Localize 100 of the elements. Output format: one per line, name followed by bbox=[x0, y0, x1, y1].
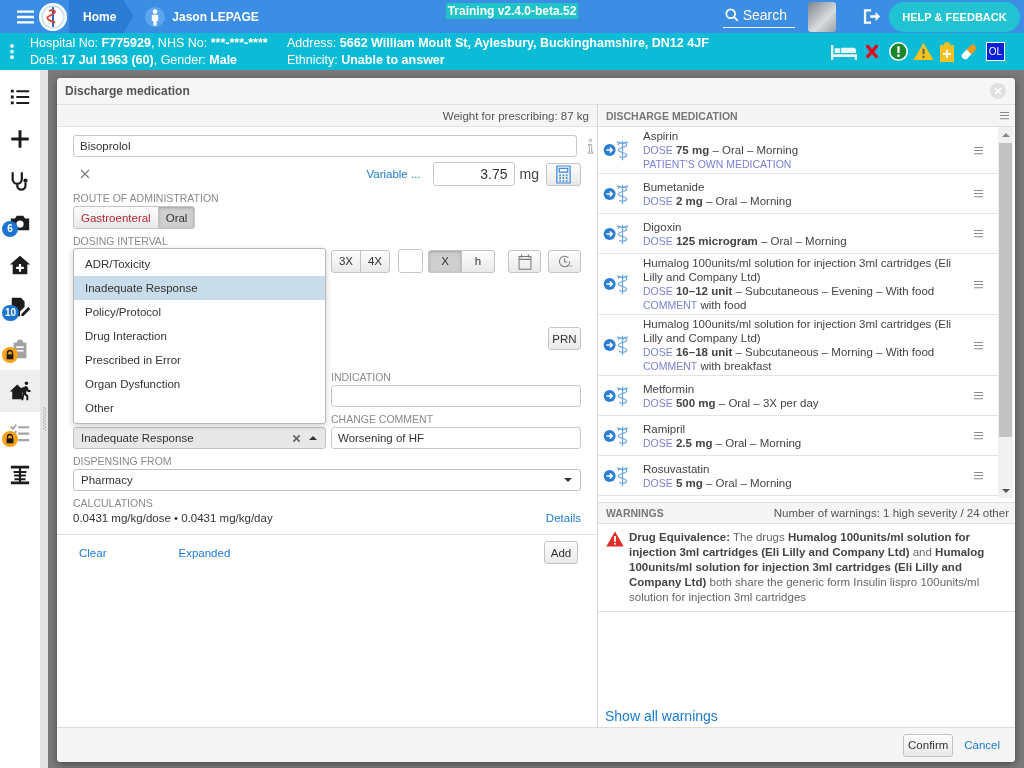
indication-field[interactable] bbox=[331, 385, 581, 407]
menu-icon[interactable] bbox=[974, 340, 983, 350]
patient-info-line: Address: 5662 William Moult St, Aylesbury, Buckinghamshire, DN12 4JF bbox=[287, 34, 709, 52]
dose-field[interactable]: 3.75 bbox=[432, 162, 515, 186]
frequency-button[interactable]: 3X bbox=[331, 249, 361, 273]
dropdown-option[interactable]: Policy/Protocol bbox=[74, 300, 325, 324]
medication-name[interactable]: Metformin bbox=[643, 381, 966, 396]
photo-placeholder[interactable] bbox=[808, 1, 836, 32]
dropdown-option[interactable]: Inadequate Response bbox=[74, 276, 325, 300]
dose-line: DOSE 75 mg – Oral – Morning bbox=[643, 143, 800, 157]
change-reason-select[interactable]: Inadequate Response bbox=[73, 427, 326, 449]
weight-label: Weight for prescribing: 87 kg bbox=[442, 109, 589, 122]
medication-name[interactable]: Ramipril bbox=[643, 421, 966, 436]
field-label: ROUTE OF ADMINISTRATION bbox=[73, 192, 220, 204]
variable-dose-link[interactable]: Variable ... bbox=[366, 168, 421, 180]
caret-down-icon bbox=[564, 478, 572, 482]
menu-icon[interactable] bbox=[974, 229, 983, 238]
sidebar-item[interactable]: 6 bbox=[0, 202, 40, 244]
menu-icon[interactable] bbox=[974, 279, 983, 289]
change-comment-field[interactable]: Worsening of HF bbox=[331, 427, 581, 449]
calculator-button[interactable] bbox=[546, 162, 581, 186]
medication-name[interactable]: Digoxin bbox=[643, 219, 966, 234]
scroll-up-icon[interactable] bbox=[1001, 133, 1010, 137]
calendar-button[interactable] bbox=[508, 249, 541, 273]
dose-line: DOSE 125 microgram – Oral – Morning bbox=[643, 233, 848, 248]
scroll-down-icon[interactable] bbox=[1001, 489, 1010, 493]
medication-name[interactable]: Humalog 100units/ml solution for injection 3ml cartridges (Eli Lilly and Company Ltd) bbox=[643, 317, 966, 345]
interval-field[interactable] bbox=[398, 249, 423, 273]
route-button[interactable]: Gastroenteral bbox=[73, 206, 159, 229]
cross-icon[interactable] bbox=[865, 43, 879, 60]
menu-icon[interactable] bbox=[1000, 111, 1009, 120]
medical-logo-icon[interactable] bbox=[39, 2, 67, 31]
dropdown-option[interactable]: Other bbox=[74, 396, 325, 420]
confirm-button[interactable]: Confirm bbox=[903, 733, 954, 757]
pill-icon[interactable] bbox=[960, 42, 979, 61]
menu-icon[interactable] bbox=[974, 391, 983, 400]
status-badge[interactable]: OL bbox=[986, 42, 1005, 61]
sidebar-item[interactable] bbox=[0, 370, 40, 412]
calculator-icon bbox=[555, 164, 572, 184]
dropdown-option[interactable]: ADR/Toxicity bbox=[74, 252, 325, 276]
interval-unit-button[interactable]: h bbox=[461, 249, 495, 273]
medication-name[interactable]: Rosuvastatin bbox=[643, 461, 966, 476]
menu-icon[interactable] bbox=[974, 431, 983, 440]
alert-circle-icon[interactable] bbox=[889, 42, 908, 61]
show-all-warnings-link[interactable]: Show all warnings bbox=[598, 708, 725, 727]
more-icon[interactable] bbox=[10, 44, 14, 59]
grip-icon[interactable] bbox=[42, 407, 46, 431]
arrow-caduceus-icon bbox=[603, 333, 631, 357]
sidebar-item[interactable]: 10 bbox=[0, 286, 40, 328]
dialog-title: Discharge medication bbox=[65, 84, 190, 98]
dose-line: DOSE 500 mg – Oral – 3X per day bbox=[643, 395, 820, 410]
add-button[interactable]: Add bbox=[544, 541, 578, 564]
action-link[interactable]: Expanded bbox=[178, 546, 231, 559]
arrow-caduceus-icon bbox=[603, 272, 631, 296]
menu-icon[interactable] bbox=[974, 145, 983, 155]
dispensing-select[interactable]: Pharmacy bbox=[73, 469, 581, 491]
medication-name[interactable]: Humalog 100units/ml solution for injection 3ml cartridges (Eli Lilly and Company Ltd) bbox=[643, 256, 966, 284]
lock-icon bbox=[2, 431, 18, 447]
patient-info-line: DoB: 17 Jul 1963 (60), Gender: Male bbox=[30, 51, 239, 69]
warning-icon bbox=[606, 531, 624, 547]
prn-button[interactable]: PRN bbox=[548, 327, 581, 350]
details-link[interactable]: Details bbox=[545, 512, 581, 524]
unit-label: mg bbox=[519, 166, 539, 182]
clock-button[interactable] bbox=[548, 249, 581, 273]
home-breadcrumb[interactable]: Home bbox=[69, 0, 134, 33]
dropdown-option[interactable]: Drug Interaction bbox=[74, 324, 325, 348]
action-link[interactable]: Clear bbox=[79, 546, 107, 559]
field-label: CALCULATIONS bbox=[73, 497, 154, 509]
dropdown-option[interactable]: Organ Dysfunction bbox=[74, 372, 325, 396]
menu-icon[interactable] bbox=[17, 9, 34, 24]
dose-line: DOSE 16–18 unit – Subcutaneous – Morning – With food bbox=[643, 345, 936, 359]
warnings-summary: Number of warnings: 1 high severity / 24 other bbox=[773, 507, 1009, 519]
panel-title: DISCHARGE MEDICATION bbox=[606, 109, 738, 122]
medication-name[interactable]: Aspirin bbox=[643, 129, 966, 143]
field-label: CHANGE COMMENT bbox=[331, 413, 435, 425]
lock-icon bbox=[2, 347, 18, 363]
menu-icon[interactable] bbox=[974, 471, 983, 480]
frequency-button[interactable]: 4X bbox=[360, 249, 390, 273]
route-button[interactable]: Oral bbox=[157, 206, 196, 229]
medication-name[interactable]: Bumetanide bbox=[643, 179, 966, 194]
clipboard-plus-icon[interactable] bbox=[939, 41, 955, 62]
info-icon[interactable] bbox=[587, 138, 594, 154]
warning-text: Drug Equivalence: The drugs Humalog 100units/ml solution for injection 3ml cartridges (Eli Lilly and Company Ltd) and Humalog 100units/ml solution for injection 3ml cartridges (Eli Lilly and Company Ltd) both share the generic form Insulin lispro 100units/ml solution for injection 3ml cartridges bbox=[629, 530, 986, 605]
dropdown-option[interactable]: Prescribed in Error bbox=[74, 348, 325, 372]
scrollbar-thumb[interactable] bbox=[999, 143, 1012, 437]
interval-unit-button[interactable]: X bbox=[428, 249, 462, 273]
cancel-link[interactable]: Cancel bbox=[964, 739, 1000, 751]
warning-icon[interactable] bbox=[913, 42, 934, 61]
arrow-caduceus-icon bbox=[603, 138, 631, 162]
drug-field[interactable]: Bisoprolol bbox=[73, 135, 577, 157]
clear-icon[interactable] bbox=[80, 169, 90, 179]
bed-icon[interactable] bbox=[831, 43, 857, 60]
logout-icon[interactable] bbox=[863, 8, 881, 25]
clear-icon[interactable] bbox=[292, 433, 301, 443]
count-badge: 10 bbox=[2, 305, 20, 321]
menu-icon[interactable] bbox=[974, 189, 983, 198]
scrollbar[interactable] bbox=[998, 127, 1013, 498]
caret-up-icon bbox=[309, 436, 317, 440]
comment-line: COMMENT with breakfast bbox=[643, 359, 773, 373]
comment-line: COMMENT with food bbox=[643, 298, 748, 312]
